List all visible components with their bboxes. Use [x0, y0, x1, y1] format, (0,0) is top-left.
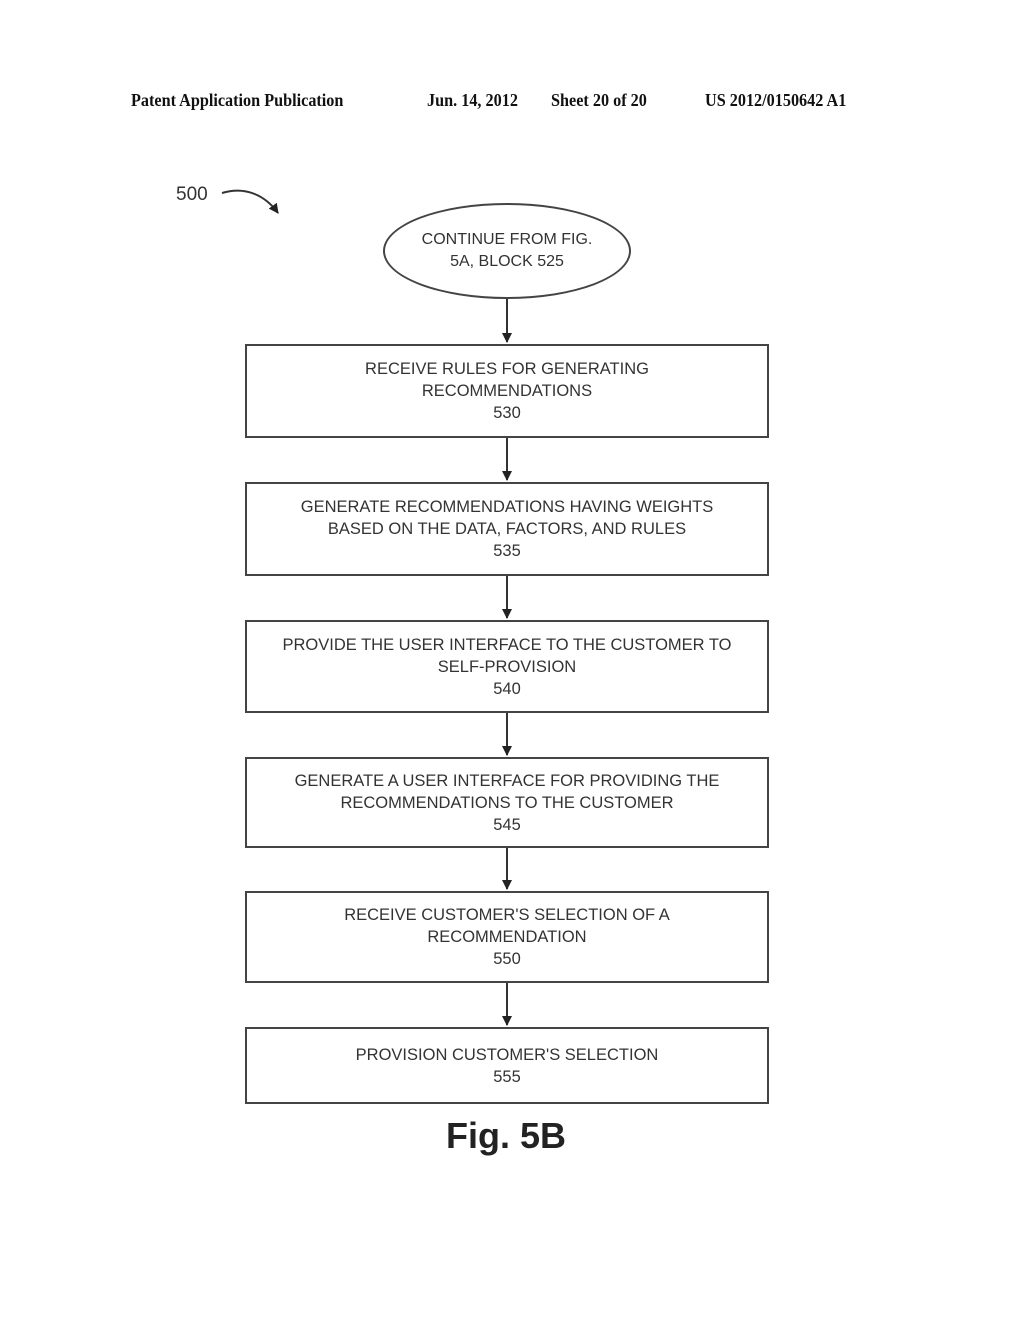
step-text-line-2: SELF-PROVISION: [437, 657, 577, 676]
step-555-box: PROVISION CUSTOMER'S SELECTION 555: [245, 1027, 769, 1104]
step-550-box: RECEIVE CUSTOMER'S SELECTION OF A RECOMM…: [245, 891, 769, 983]
step-530-box: RECEIVE RULES FOR GENERATING RECOMMENDAT…: [245, 344, 769, 438]
step-number: 545: [493, 815, 521, 834]
start-line-2: 5A, BLOCK 525: [450, 253, 564, 270]
start-connector-oval: CONTINUE FROM FIG. 5A, BLOCK 525: [383, 203, 631, 299]
step-535-box: GENERATE RECOMMENDATIONS HAVING WEIGHTS …: [245, 482, 769, 576]
step-text-line-2: RECOMMENDATIONS TO THE CUSTOMER: [340, 793, 674, 812]
step-text-line-2: RECOMMENDATION: [427, 928, 587, 946]
step-text-line-1: RECEIVE CUSTOMER'S SELECTION OF A: [344, 906, 670, 924]
step-text-line-1: GENERATE A USER INTERFACE FOR PROVIDING …: [294, 771, 720, 790]
reference-curved-arrow: [221, 189, 279, 214]
step-text-line-1: PROVISION CUSTOMER'S SELECTION: [355, 1045, 659, 1064]
start-line-1: CONTINUE FROM FIG.: [421, 231, 593, 248]
step-text-line-1: PROVIDE THE USER INTERFACE TO THE CUSTOM…: [282, 635, 732, 654]
step-540-box: PROVIDE THE USER INTERFACE TO THE CUSTOM…: [245, 620, 769, 713]
step-number: 550: [493, 950, 521, 968]
step-text-line-1: RECEIVE RULES FOR GENERATING: [365, 360, 649, 378]
step-number: 540: [493, 679, 521, 698]
figure-label: Fig. 5B: [445, 1115, 566, 1156]
step-text-line-2: BASED ON THE DATA, FACTORS, AND RULES: [327, 520, 687, 538]
step-number: 555: [493, 1067, 521, 1086]
step-number: 535: [493, 542, 521, 560]
step-text-line-2: RECOMMENDATIONS: [421, 382, 593, 400]
step-text-line-1: GENERATE RECOMMENDATIONS HAVING WEIGHTS: [300, 498, 714, 516]
step-number: 530: [493, 404, 521, 422]
step-545-box: GENERATE A USER INTERFACE FOR PROVIDING …: [245, 757, 769, 848]
